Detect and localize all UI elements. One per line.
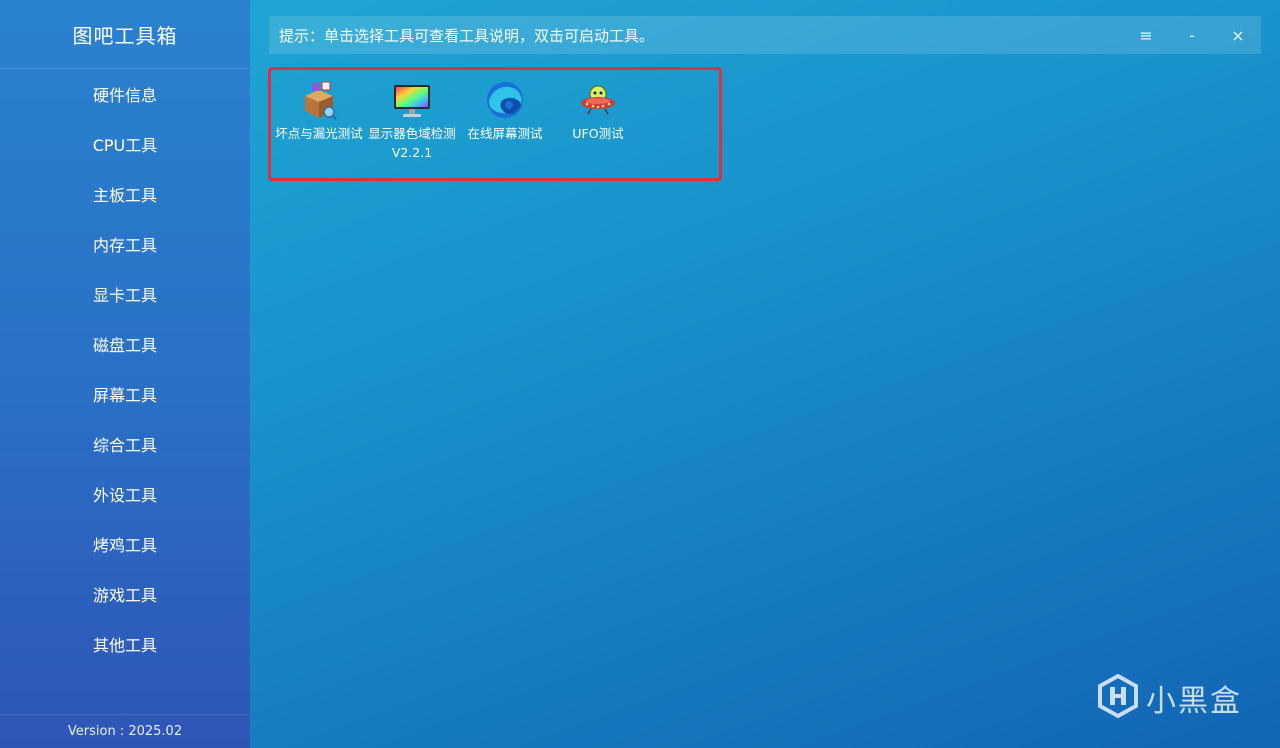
close-icon: × [1231,25,1245,45]
sidebar-item-screen-tools[interactable]: 屏幕工具 [0,369,250,419]
color-monitor-icon [392,80,432,120]
tool-dead-pixel-test[interactable]: 坏点与漏光测试 [273,80,365,143]
close-button[interactable]: × [1215,16,1261,54]
tool-online-screen-test[interactable]: 在线屏幕测试 [459,80,551,143]
sidebar-item-stress-tools[interactable]: 烤鸡工具 [0,519,250,569]
tool-label: UFO测试 [572,126,624,141]
ufo-icon [578,80,618,120]
sidebar-item-game-tools[interactable]: 游戏工具 [0,569,250,619]
hint-text: 提示：单击选择工具可查看工具说明，双击可启动工具。 [279,26,655,45]
sidebar-item-motherboard-tools[interactable]: 主板工具 [0,169,250,219]
edge-browser-icon [485,80,525,120]
package-box-icon [299,80,339,120]
tool-color-gamut-test[interactable]: 显示器色域检测V2.2.1 [366,80,458,162]
tool-ufo-test[interactable]: UFO测试 [552,80,644,143]
sidebar-item-hardware-info[interactable]: 硬件信息 [0,69,250,119]
tool-label: 在线屏幕测试 [467,126,543,141]
sidebar: 图吧工具箱 硬件信息 CPU工具 主板工具 内存工具 显卡工具 磁盘工具 屏幕工… [0,0,250,748]
watermark: 小黑盒 [1096,673,1242,722]
hint-bar: 提示：单击选择工具可查看工具说明，双击可启动工具。 ≡ - × [269,16,1261,54]
window-controls: ≡ - × [1123,16,1261,54]
sidebar-item-gpu-tools[interactable]: 显卡工具 [0,269,250,319]
tool-label: 显示器色域检测V2.2.1 [368,126,456,160]
sidebar-item-peripheral-tools[interactable]: 外设工具 [0,469,250,519]
sidebar-item-cpu-tools[interactable]: CPU工具 [0,119,250,169]
sidebar-nav: 硬件信息 CPU工具 主板工具 内存工具 显卡工具 磁盘工具 屏幕工具 综合工具… [0,69,250,669]
menu-button[interactable]: ≡ [1123,16,1169,54]
sidebar-item-disk-tools[interactable]: 磁盘工具 [0,319,250,369]
tools-highlight-box: 坏点与漏光测试 显示器色域检测V2.2.1 在线屏幕测试 UFO测试 [268,67,722,181]
heybox-logo-icon [1096,673,1140,722]
sidebar-item-other-tools[interactable]: 其他工具 [0,619,250,669]
app-title: 图吧工具箱 [0,0,250,69]
sidebar-item-general-tools[interactable]: 综合工具 [0,419,250,469]
watermark-text: 小黑盒 [1146,684,1242,719]
minimize-icon: - [1189,25,1195,45]
tool-label: 坏点与漏光测试 [275,126,363,141]
menu-icon: ≡ [1139,25,1153,45]
minimize-button[interactable]: - [1169,16,1215,54]
version-label: Version : 2025.02 [0,714,250,748]
sidebar-item-memory-tools[interactable]: 内存工具 [0,219,250,269]
